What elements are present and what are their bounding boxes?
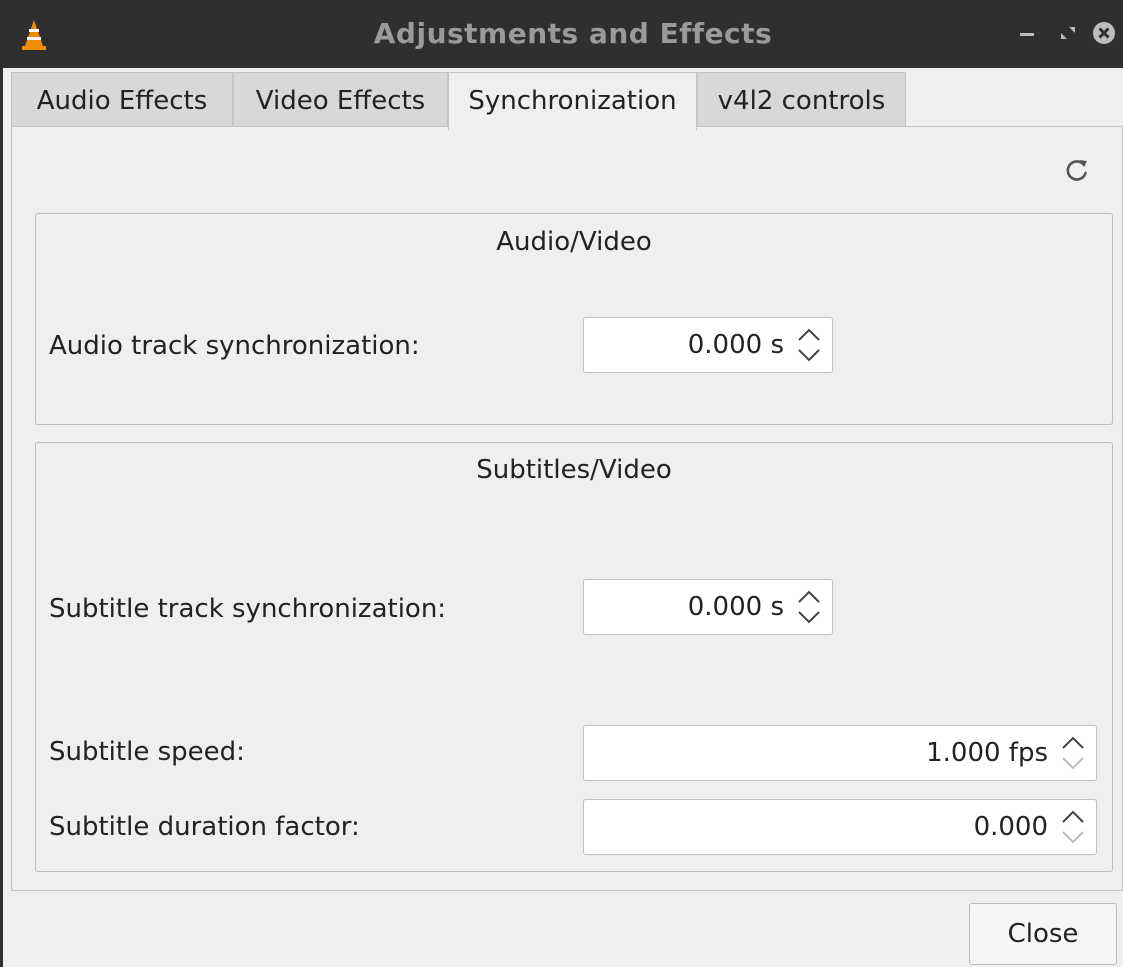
tab-audio-effects[interactable]: Audio Effects (11, 72, 233, 126)
tab-video-effects[interactable]: Video Effects (233, 72, 448, 126)
audio-sync-value[interactable]: 0.000 s (688, 318, 784, 372)
maximize-icon[interactable] (1055, 20, 1081, 46)
subtitle-duration-value[interactable]: 0.000 (974, 800, 1048, 854)
subtitle-duration-spinbox[interactable]: 0.000 (583, 799, 1097, 855)
refresh-icon[interactable] (1063, 156, 1091, 184)
adjustments-window: Adjustments and Effects Audio Effects Vi… (0, 0, 1123, 967)
subtitle-sync-spinbox[interactable]: 0.000 s (583, 579, 833, 635)
audio-sync-spinbox[interactable]: 0.000 s (583, 317, 833, 373)
audio-sync-label: Audio track synchronization: (49, 331, 420, 361)
spin-arrows-icon[interactable] (794, 324, 824, 366)
tab-v4l2-controls[interactable]: v4l2 controls (697, 72, 906, 126)
tab-synchronization[interactable]: Synchronization (448, 72, 697, 130)
subtitle-speed-value[interactable]: 1.000 fps (926, 726, 1048, 780)
spin-arrows-icon[interactable] (1058, 732, 1088, 774)
subtitle-speed-label: Subtitle speed: (49, 737, 245, 767)
subtitle-sync-label: Subtitle track synchronization: (49, 594, 447, 624)
minimize-icon[interactable] (1015, 20, 1041, 46)
window-title: Adjustments and Effects (373, 17, 773, 50)
subtitles-video-group-title: Subtitles/Video (476, 455, 672, 485)
close-icon[interactable] (1091, 20, 1117, 46)
subtitle-duration-label: Subtitle duration factor: (49, 812, 360, 842)
title-bar[interactable]: Adjustments and Effects (3, 0, 1123, 68)
subtitle-speed-spinbox[interactable]: 1.000 fps (583, 725, 1097, 781)
spin-arrows-icon[interactable] (1058, 806, 1088, 848)
spin-arrows-icon[interactable] (794, 586, 824, 628)
tab-bar: Audio Effects Video Effects Synchronizat… (11, 72, 1123, 130)
subtitle-sync-value[interactable]: 0.000 s (688, 580, 784, 634)
close-button[interactable]: Close (969, 903, 1117, 965)
audio-video-group-title: Audio/Video (496, 227, 652, 257)
